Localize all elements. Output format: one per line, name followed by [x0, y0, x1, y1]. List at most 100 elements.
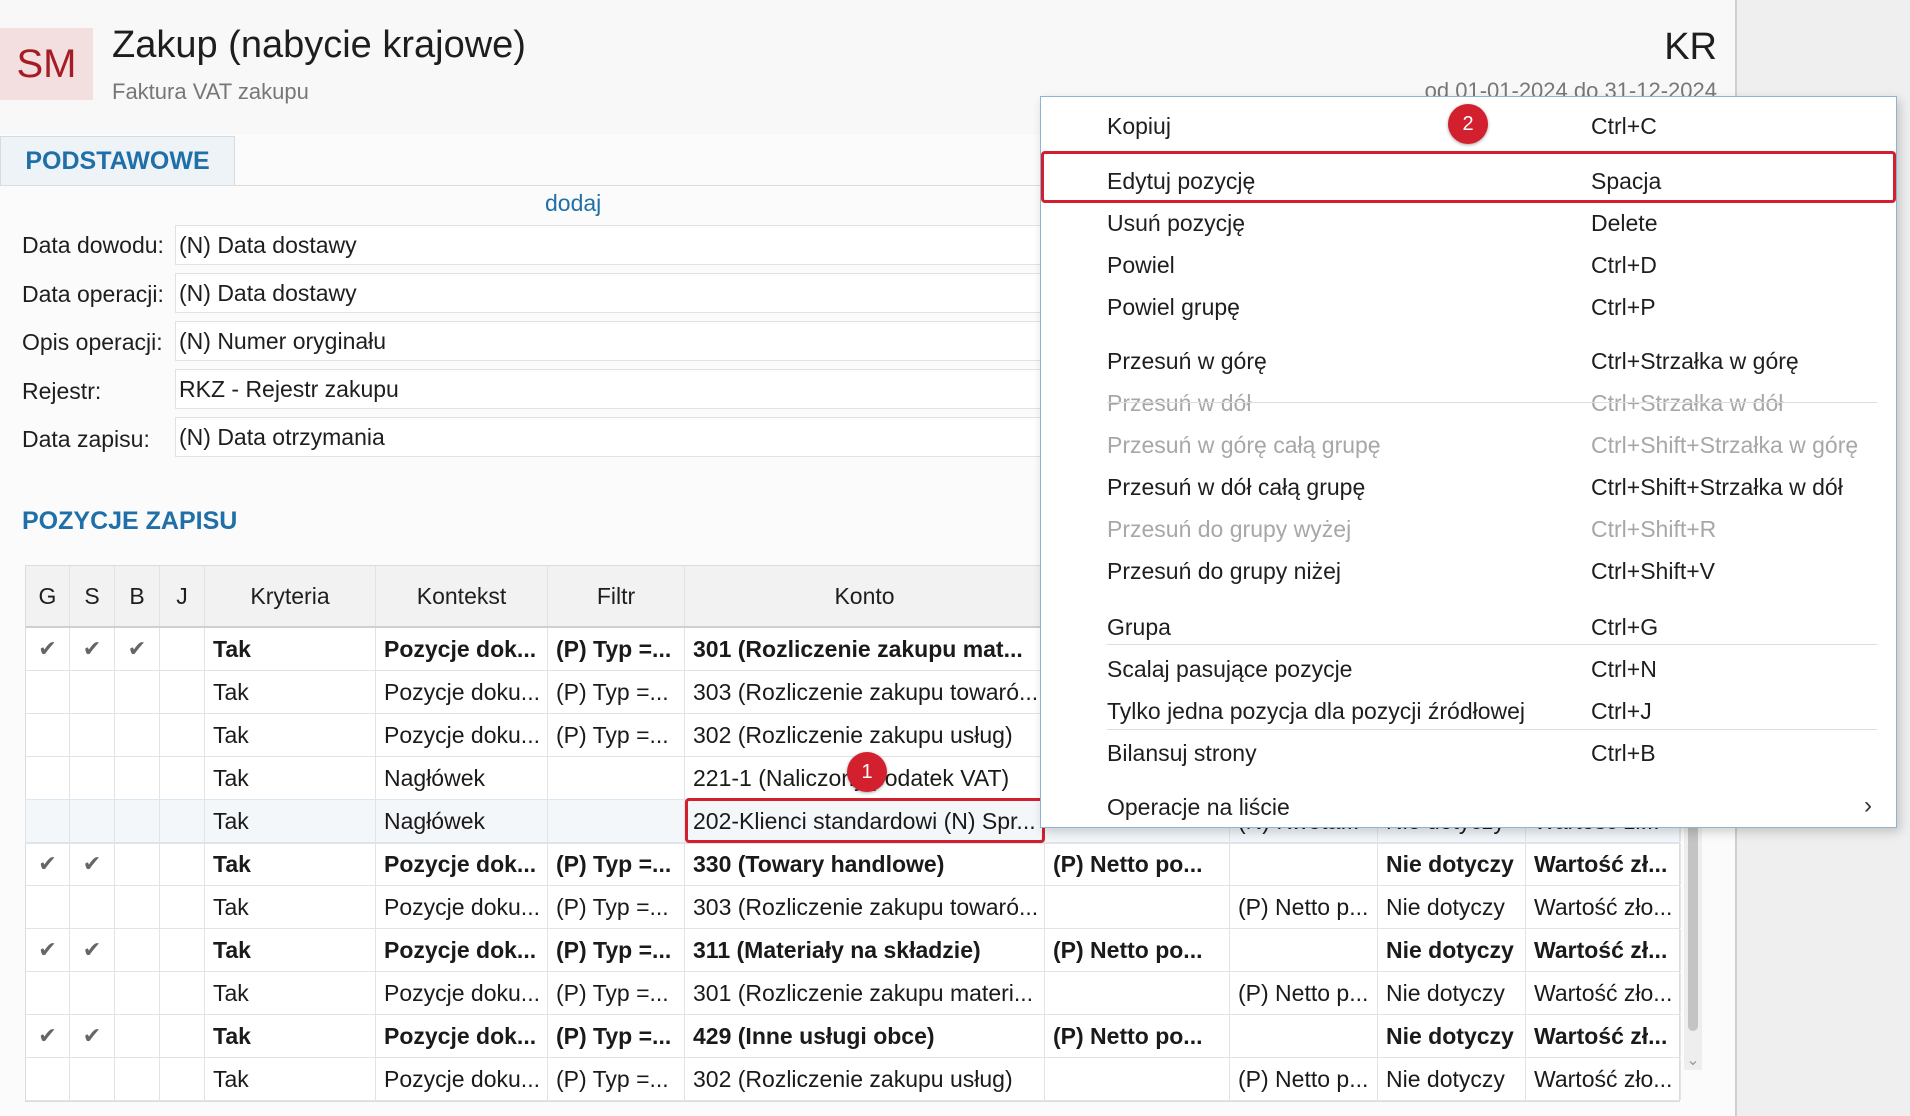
col-12-cell[interactable]: Wartość zło...	[1526, 972, 1681, 1014]
check-icon[interactable]: ✔	[70, 929, 115, 971]
menu-item[interactable]: Usuń pozycję Delete	[1041, 202, 1896, 244]
col-kryteria-cell[interactable]: Tak	[205, 1015, 376, 1057]
check-icon[interactable]	[115, 671, 160, 713]
col-10-cell[interactable]	[1230, 843, 1378, 885]
check-icon[interactable]	[160, 714, 205, 756]
check-icon[interactable]	[115, 843, 160, 885]
menu-item[interactable]: Grupa Ctrl+G	[1041, 606, 1896, 648]
col-kryteria-cell[interactable]: Tak	[205, 929, 376, 971]
col-kryteria-cell[interactable]: Tak	[205, 671, 376, 713]
col-9-cell[interactable]: (P) Netto po...	[1045, 929, 1230, 971]
col-filtr-cell[interactable]: (P) Typ =...	[548, 886, 685, 928]
col-filtr-cell[interactable]: (P) Typ =...	[548, 929, 685, 971]
col-10-cell[interactable]	[1230, 929, 1378, 971]
check-icon[interactable]	[70, 886, 115, 928]
check-icon[interactable]	[70, 671, 115, 713]
col-header-b[interactable]: B	[115, 566, 160, 626]
col-filtr-cell[interactable]: (P) Typ =...	[548, 628, 685, 670]
col-konto-cell[interactable]: 330 (Towary handlowe)	[685, 843, 1045, 885]
col-kryteria-cell[interactable]: Tak	[205, 800, 376, 842]
check-icon[interactable]	[115, 972, 160, 1014]
check-icon[interactable]: ✔	[70, 628, 115, 670]
menu-item[interactable]: Przesuń do grupy wyżej Ctrl+Shift+R	[1041, 508, 1896, 550]
check-icon[interactable]	[70, 714, 115, 756]
table-row[interactable]: ✔ ✔ Tak Pozycje dok... (P) Typ =... 429 (Inne…	[26, 1015, 1681, 1058]
col-filtr-cell[interactable]: (P) Typ =...	[548, 714, 685, 756]
col-kontekst-cell[interactable]: Pozycje doku...	[376, 714, 548, 756]
col-header-g[interactable]: G	[26, 566, 70, 626]
check-icon[interactable]	[26, 800, 70, 842]
check-icon[interactable]	[26, 714, 70, 756]
col-10-cell[interactable]	[1230, 1015, 1378, 1057]
col-11-cell[interactable]: Nie dotyczy	[1378, 1015, 1526, 1057]
check-icon[interactable]: ✔	[26, 843, 70, 885]
col-kryteria-cell[interactable]: Tak	[205, 972, 376, 1014]
check-icon[interactable]	[160, 757, 205, 799]
col-konto-cell[interactable]: 311 (Materiały na składzie)	[685, 929, 1045, 971]
col-11-cell[interactable]: Nie dotyczy	[1378, 886, 1526, 928]
check-icon[interactable]	[115, 1015, 160, 1057]
table-row[interactable]: Tak Pozycje doku... (P) Typ =... 303 (Rozli…	[26, 886, 1681, 929]
col-kontekst-cell[interactable]: Pozycje dok...	[376, 628, 548, 670]
check-icon[interactable]	[70, 757, 115, 799]
check-icon[interactable]: ✔	[26, 1015, 70, 1057]
col-header-kontekst[interactable]: Kontekst	[376, 566, 548, 626]
col-kontekst-cell[interactable]: Nagłówek	[376, 757, 548, 799]
menu-item[interactable]: Operacje na liście ›	[1041, 786, 1896, 828]
col-filtr-cell[interactable]: (P) Typ =...	[548, 1058, 685, 1100]
col-filtr-cell[interactable]: (P) Typ =...	[548, 1015, 685, 1057]
check-icon[interactable]: ✔	[26, 628, 70, 670]
col-konto-cell[interactable]: 202-Klienci standardowi (N) Spr...	[685, 800, 1045, 842]
col-konto-cell[interactable]: 303 (Rozliczenie zakupu towaró...	[685, 886, 1045, 928]
table-row[interactable]: ✔ ✔ Tak Pozycje dok... (P) Typ =... 311 (Mate…	[26, 929, 1681, 972]
check-icon[interactable]	[160, 886, 205, 928]
col-11-cell[interactable]: Nie dotyczy	[1378, 1058, 1526, 1100]
col-9-cell[interactable]	[1045, 972, 1230, 1014]
col-kryteria-cell[interactable]: Tak	[205, 843, 376, 885]
col-filtr-cell[interactable]: (P) Typ =...	[548, 972, 685, 1014]
col-kontekst-cell[interactable]: Pozycje doku...	[376, 886, 548, 928]
col-konto-cell[interactable]: 429 (Inne usługi obce)	[685, 1015, 1045, 1057]
check-icon[interactable]	[160, 972, 205, 1014]
col-9-cell[interactable]: (P) Netto po...	[1045, 1015, 1230, 1057]
add-link[interactable]: dodaj	[545, 190, 601, 217]
check-icon[interactable]	[160, 628, 205, 670]
menu-item[interactable]: Przesuń w górę całą grupę Ctrl+Shift+Strz…	[1041, 424, 1896, 466]
check-icon[interactable]	[115, 757, 160, 799]
col-12-cell[interactable]: Wartość zło...	[1526, 886, 1681, 928]
col-kryteria-cell[interactable]: Tak	[205, 757, 376, 799]
col-konto-cell[interactable]: 302 (Rozliczenie zakupu usług)	[685, 714, 1045, 756]
col-header-j[interactable]: J	[160, 566, 205, 626]
col-header-filtr[interactable]: Filtr	[548, 566, 685, 626]
col-9-cell[interactable]: (P) Netto po...	[1045, 843, 1230, 885]
col-12-cell[interactable]: Wartość zł...	[1526, 843, 1681, 885]
menu-item[interactable]: Tylko jedna pozycja dla pozycji źródłowe…	[1041, 690, 1896, 732]
col-konto-cell[interactable]: 302 (Rozliczenie zakupu usług)	[685, 1058, 1045, 1100]
col-10-cell[interactable]: (P) Netto p...	[1230, 1058, 1378, 1100]
table-row[interactable]: Tak Pozycje doku... (P) Typ =... 302 (Rozli…	[26, 1058, 1681, 1101]
col-header-s[interactable]: S	[70, 566, 115, 626]
check-icon[interactable]	[26, 972, 70, 1014]
col-filtr-cell[interactable]: (P) Typ =...	[548, 843, 685, 885]
col-kontekst-cell[interactable]: Pozycje doku...	[376, 972, 548, 1014]
table-row[interactable]: Tak Pozycje doku... (P) Typ =... 301 (Rozli…	[26, 972, 1681, 1015]
col-9-cell[interactable]	[1045, 1058, 1230, 1100]
col-konto-cell[interactable]: 301 (Rozliczenie zakupu mat...	[685, 628, 1045, 670]
menu-item[interactable]: Powiel grupę Ctrl+P	[1041, 286, 1896, 328]
check-icon[interactable]	[115, 1058, 160, 1100]
check-icon[interactable]	[115, 929, 160, 971]
check-icon[interactable]	[160, 1015, 205, 1057]
check-icon[interactable]	[26, 671, 70, 713]
col-12-cell[interactable]: Wartość zło...	[1526, 1058, 1681, 1100]
check-icon[interactable]	[160, 843, 205, 885]
check-icon[interactable]	[70, 972, 115, 1014]
col-kryteria-cell[interactable]: Tak	[205, 714, 376, 756]
check-icon[interactable]: ✔	[70, 843, 115, 885]
menu-item[interactable]: Edytuj pozycję Spacja	[1041, 160, 1896, 202]
col-11-cell[interactable]: Nie dotyczy	[1378, 929, 1526, 971]
col-kryteria-cell[interactable]: Tak	[205, 1058, 376, 1100]
menu-item[interactable]: Przesuń w dół całą grupę Ctrl+Shift+Strza…	[1041, 466, 1896, 508]
col-11-cell[interactable]: Nie dotyczy	[1378, 972, 1526, 1014]
col-kontekst-cell[interactable]: Nagłówek	[376, 800, 548, 842]
col-konto-cell[interactable]: 303 (Rozliczenie zakupu towaró...	[685, 671, 1045, 713]
